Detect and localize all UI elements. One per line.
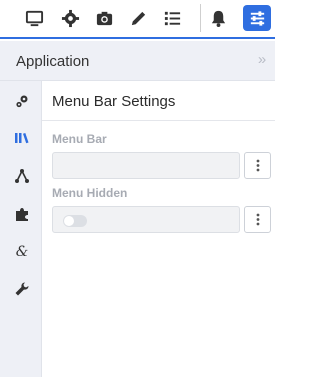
pencil-icon[interactable] [124,5,152,31]
gears-icon[interactable] [10,89,34,113]
wrench-icon[interactable] [10,277,34,301]
side-rail: & [0,81,42,377]
panel-title: Application [16,53,90,70]
list-icon[interactable] [158,5,186,31]
ampersand-icon[interactable]: & [10,239,34,263]
section-title: Menu Bar Settings [52,93,176,110]
kebab-icon [256,213,259,226]
camera-icon[interactable] [90,5,118,31]
monitor-icon[interactable] [20,5,48,31]
top-toolbar [0,0,275,39]
library-icon[interactable] [10,126,34,150]
kebab-icon [256,159,259,172]
menu-bar-field[interactable] [52,152,240,179]
toolbar-divider [200,4,201,32]
collapse-panel-button[interactable]: » [255,51,269,69]
share-nodes-icon[interactable] [10,164,34,188]
toggle-knob [64,216,74,226]
settings-panel: Menu Bar Settings Menu Bar Menu Hidden [42,81,275,377]
menu-bar-options-button[interactable] [244,152,271,179]
panel-header: Application » [0,41,275,81]
menu-hidden-field [52,206,240,233]
section-divider [42,120,275,121]
bell-icon[interactable] [204,5,232,31]
menu-bar-label: Menu Bar [52,132,107,146]
svg-text:&: & [16,244,28,259]
menu-hidden-toggle[interactable] [63,215,87,227]
gear-icon[interactable] [56,5,84,31]
puzzle-icon[interactable] [10,202,34,226]
sliders-icon[interactable] [243,5,271,31]
menu-hidden-options-button[interactable] [244,206,271,233]
menu-hidden-label: Menu Hidden [52,186,128,200]
